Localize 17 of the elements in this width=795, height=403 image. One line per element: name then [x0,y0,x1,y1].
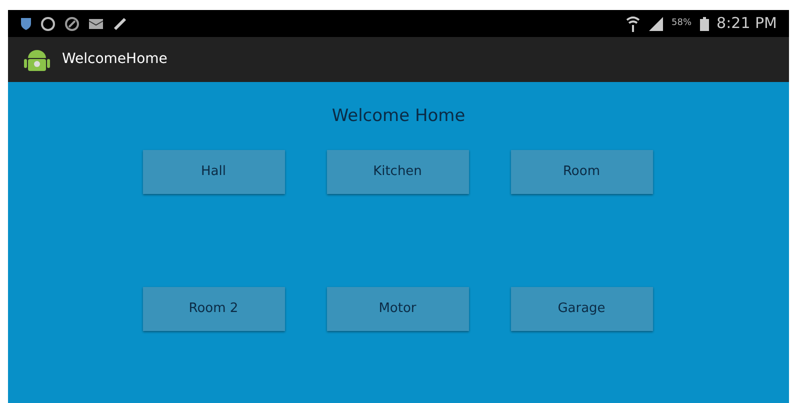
room-button[interactable]: Room [510,150,652,194]
mail-icon [88,18,104,30]
battery-icon [700,16,709,30]
room-button[interactable]: Room 2 [142,286,284,330]
circle-icon [64,16,80,32]
pencil-icon [112,16,128,32]
wifi-icon [626,16,640,32]
room-button[interactable]: Garage [510,286,652,330]
clock: 8:21 PM [716,13,777,34]
heading: Welcome Home [332,105,466,128]
app-title: WelcomeHome [62,50,168,69]
room-button[interactable]: Hall [142,150,284,194]
signal-icon [648,16,664,30]
room-button[interactable]: Kitchen [326,150,468,194]
room-button[interactable]: Motor [326,286,468,330]
shield-icon [20,16,32,30]
battery-percent: 58% [672,16,692,30]
